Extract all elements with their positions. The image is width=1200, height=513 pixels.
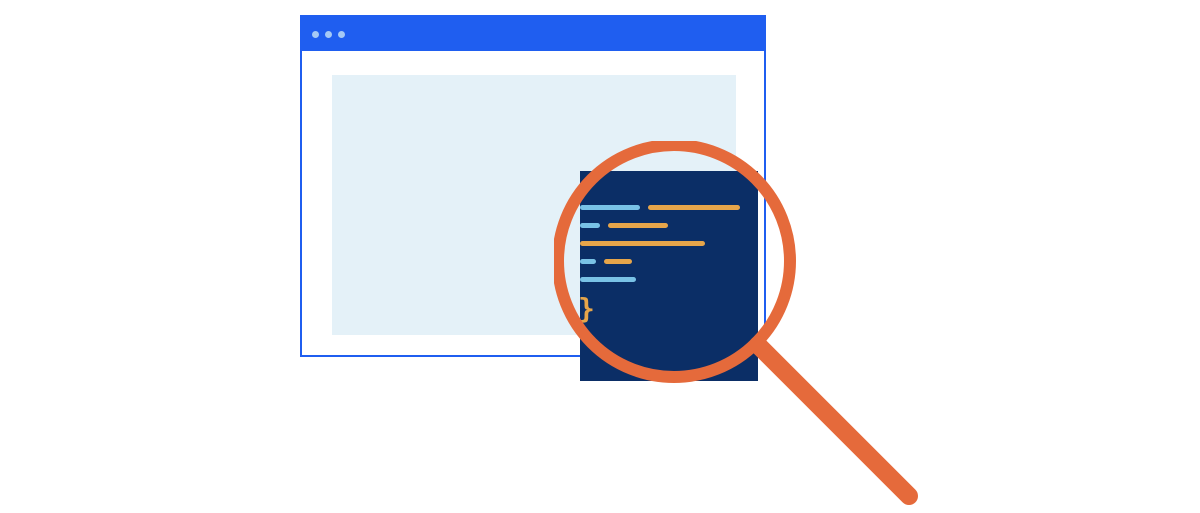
traffic-light-icon bbox=[338, 31, 345, 38]
closing-brace: } bbox=[578, 295, 758, 323]
code-token bbox=[608, 223, 668, 228]
code-token bbox=[580, 223, 600, 228]
code-token bbox=[580, 259, 596, 264]
traffic-light-icon bbox=[312, 31, 319, 38]
code-line bbox=[580, 241, 758, 246]
code-line bbox=[580, 205, 758, 210]
code-token bbox=[580, 277, 636, 282]
code-line bbox=[580, 259, 758, 264]
code-line bbox=[580, 277, 758, 282]
window-titlebar bbox=[302, 17, 764, 51]
code-lines: } bbox=[580, 205, 758, 323]
code-token bbox=[604, 259, 632, 264]
traffic-light-icon bbox=[325, 31, 332, 38]
code-token bbox=[580, 241, 705, 246]
code-token bbox=[648, 205, 740, 210]
code-line bbox=[580, 223, 758, 228]
code-token bbox=[580, 205, 640, 210]
illustration-stage: } bbox=[300, 15, 900, 505]
code-editor-panel: } bbox=[580, 171, 758, 381]
